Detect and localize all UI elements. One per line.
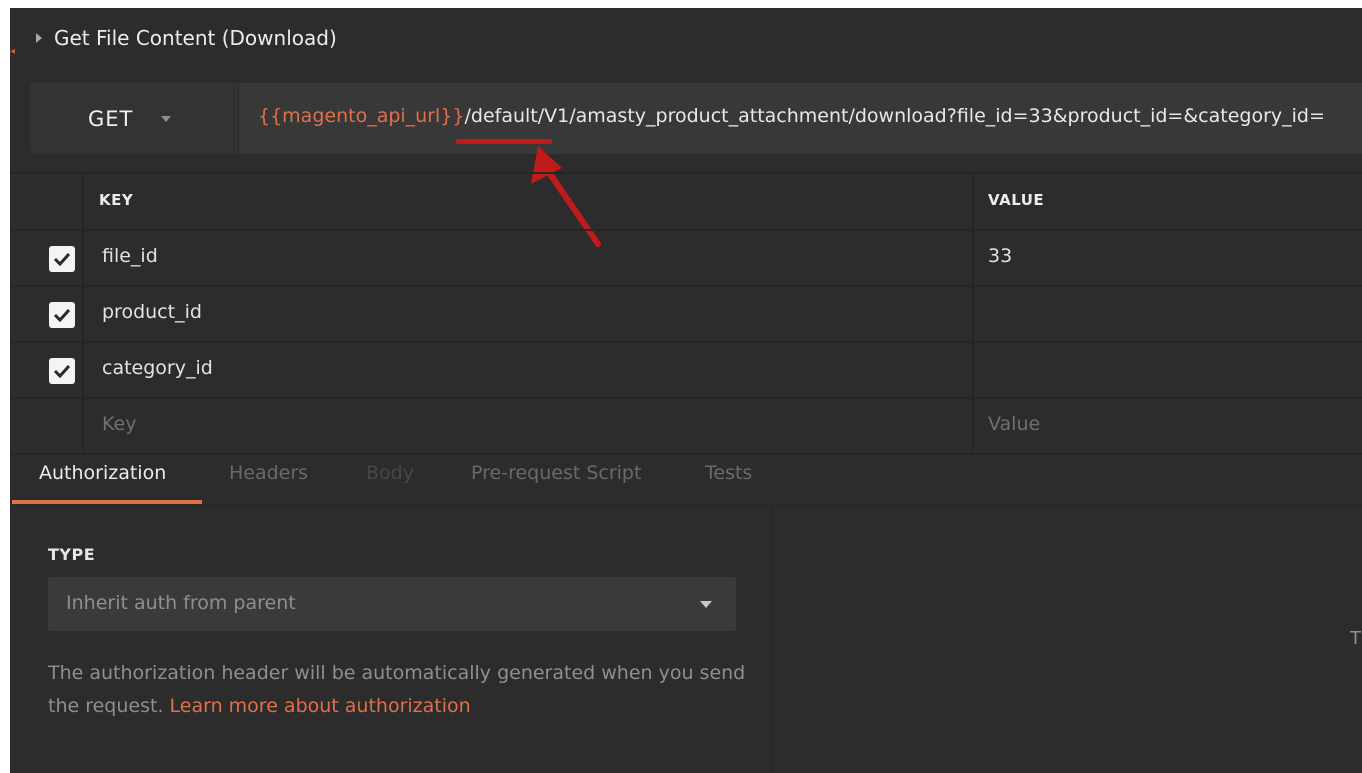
- url-variable: {{magento_api_url}}: [258, 105, 465, 127]
- param-value-cell[interactable]: 33: [974, 231, 1362, 285]
- param-checkbox-cell: [10, 343, 84, 397]
- param-row: file_id 33: [10, 231, 1362, 287]
- chevron-down-icon: [161, 115, 172, 122]
- value-placeholder: Value: [988, 413, 1041, 435]
- param-row: product_id: [10, 287, 1362, 343]
- caret-right-icon[interactable]: [36, 33, 42, 43]
- edge-marker: ◂: [10, 46, 16, 57]
- annotation-underline: [456, 139, 552, 144]
- new-value-cell[interactable]: Value: [974, 399, 1362, 453]
- param-checkbox[interactable]: [49, 302, 75, 328]
- param-value-cell[interactable]: [974, 343, 1362, 397]
- param-key-cell[interactable]: product_id: [84, 287, 974, 341]
- tab-body[interactable]: Body: [366, 462, 414, 484]
- param-key-cell[interactable]: file_id: [84, 231, 974, 285]
- param-row: category_id: [10, 343, 1362, 399]
- tab-pre-request-script[interactable]: Pre-request Script: [471, 462, 641, 484]
- key-header: KEY: [99, 191, 134, 209]
- param-checkbox-cell: [10, 287, 84, 341]
- chevron-down-icon: [700, 601, 712, 608]
- param-value-cell[interactable]: [974, 287, 1362, 341]
- url-path: /default/V1/amasty_product_attachment/do…: [464, 105, 1325, 127]
- key-header-cell: KEY: [84, 174, 974, 229]
- tab-headers[interactable]: Headers: [229, 462, 308, 484]
- value-header: VALUE: [988, 191, 1045, 209]
- param-key-cell[interactable]: category_id: [84, 343, 974, 397]
- request-editor: ◂ Get File Content (Download) GET {{mage…: [10, 8, 1362, 773]
- auth-type-select[interactable]: Inherit auth from parent: [48, 577, 736, 631]
- auth-type-label: TYPE: [48, 545, 96, 564]
- request-tabs: Authorization Headers Body Pre-request S…: [10, 446, 1362, 506]
- active-tab-indicator: [12, 500, 202, 504]
- value-header-cell: VALUE: [974, 174, 1362, 229]
- auth-panel: TYPE Inherit auth from parent The author…: [10, 505, 773, 773]
- header-checkbox-cell: [10, 174, 84, 229]
- params-table: KEY VALUE file_id 33 product_id category…: [10, 172, 1362, 455]
- new-key-cell[interactable]: Key: [84, 399, 974, 453]
- params-header-row: KEY VALUE: [10, 172, 1362, 231]
- request-name-label: Get File Content (Download): [54, 26, 337, 50]
- right-panel-text: T: [1350, 628, 1361, 649]
- param-checkbox-cell: [10, 399, 84, 453]
- tab-tests[interactable]: Tests: [705, 462, 752, 484]
- param-key: product_id: [102, 301, 202, 323]
- learn-more-link[interactable]: Learn more about authorization: [170, 695, 471, 717]
- method-label: GET: [88, 106, 134, 131]
- param-checkbox[interactable]: [49, 358, 75, 384]
- url-input[interactable]: {{magento_api_url}}/default/V1/amasty_pr…: [258, 105, 1325, 127]
- key-placeholder: Key: [102, 413, 137, 435]
- url-bar: GET {{magento_api_url}}/default/V1/amast…: [30, 83, 1362, 154]
- auth-description: The authorization header will be automat…: [48, 657, 748, 723]
- request-name[interactable]: Get File Content (Download): [36, 26, 337, 50]
- param-key: category_id: [102, 357, 213, 379]
- tab-authorization[interactable]: Authorization: [39, 462, 166, 484]
- check-icon: [53, 308, 71, 322]
- param-checkbox-cell: [10, 231, 84, 285]
- check-icon: [53, 364, 71, 378]
- method-select[interactable]: GET: [30, 83, 239, 154]
- param-checkbox[interactable]: [49, 246, 75, 272]
- param-key: file_id: [102, 245, 158, 267]
- param-value: 33: [988, 245, 1013, 267]
- check-icon: [53, 252, 71, 266]
- auth-type-value: Inherit auth from parent: [66, 592, 296, 614]
